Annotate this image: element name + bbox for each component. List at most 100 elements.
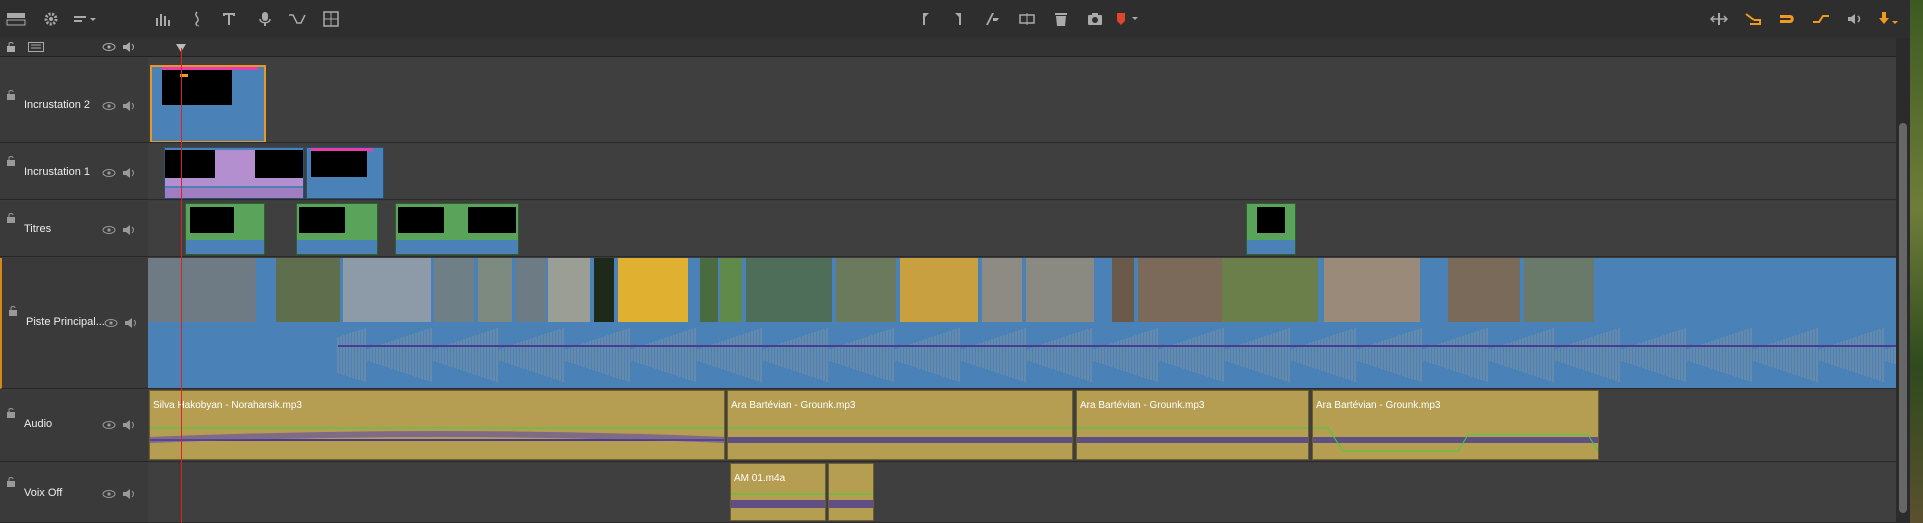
marker-icon[interactable] [1112, 9, 1144, 29]
eye-icon[interactable] [102, 225, 116, 235]
track-header[interactable]: Voix Off [0, 463, 148, 523]
eye-all-icon[interactable] [102, 43, 116, 51]
eye-icon[interactable] [102, 168, 116, 178]
video-thumbnail [276, 258, 340, 322]
storyboard-icon[interactable] [4, 9, 28, 29]
track-lane-main[interactable] [148, 258, 1896, 389]
vertical-scrollbar[interactable] [1896, 38, 1910, 523]
lock-icon[interactable] [6, 477, 16, 487]
magnet-icon[interactable] [1776, 9, 1798, 29]
video-thumbnail [900, 258, 978, 322]
eye-icon[interactable] [102, 101, 116, 111]
clip-effect-bar [162, 67, 258, 70]
snapshot-icon[interactable] [1084, 9, 1106, 29]
overlay-clip[interactable] [306, 147, 384, 199]
speaker-icon[interactable] [122, 224, 136, 236]
speaker-all-icon[interactable] [122, 41, 136, 53]
track-layout-icon[interactable] [70, 9, 100, 29]
scorekeeper-icon[interactable] [186, 9, 208, 29]
audio-clip[interactable]: Ara Bartévian - Grounk.mp3 [727, 390, 1073, 460]
track-lane-incrustation-2[interactable] [148, 57, 1896, 143]
clip-thumbnail [165, 150, 215, 178]
voiceover-clip[interactable] [828, 463, 874, 521]
eye-icon[interactable] [102, 489, 116, 499]
title-clip[interactable] [296, 203, 378, 255]
title-clip[interactable] [395, 203, 519, 255]
timeline-toolbar [0, 0, 1923, 39]
lock-icon[interactable] [8, 306, 18, 316]
clip-thumbnail [398, 207, 444, 233]
clip-overlay-band [165, 188, 303, 198]
track-lane-audio[interactable]: Silva Hakobyan - Noraharsik.mp3 Ara Bart… [148, 390, 1896, 462]
audio-clip[interactable]: Silva Hakobyan - Noraharsik.mp3 [149, 390, 725, 460]
clip-thumbnail [299, 207, 345, 233]
video-thumbnail [618, 258, 688, 322]
video-thumbnail [478, 258, 512, 322]
audio-clip[interactable]: Ara Bartévian - Grounk.mp3 [1076, 390, 1309, 460]
eye-icon[interactable] [104, 318, 118, 328]
video-thumbnail [836, 258, 896, 322]
speaker-icon[interactable] [122, 167, 136, 179]
lock-icon[interactable] [6, 156, 16, 166]
overlay-clip[interactable] [164, 147, 304, 199]
clip-thumbnail [255, 150, 303, 178]
speaker-icon[interactable] [122, 100, 136, 112]
title-clip[interactable] [1246, 203, 1296, 255]
audio-clip-name: Ara Bartévian - Grounk.mp3 [731, 400, 856, 411]
speaker-icon[interactable] [122, 488, 136, 500]
lock-icon[interactable] [6, 90, 16, 100]
overlay-clip-selected[interactable] [150, 65, 266, 142]
scrollbar-thumb[interactable] [1899, 123, 1907, 513]
voiceover-mic-icon[interactable] [254, 9, 276, 29]
multicam-icon[interactable] [320, 9, 342, 29]
eye-icon[interactable] [102, 420, 116, 430]
split-icon[interactable] [1016, 9, 1038, 29]
track-list-icon[interactable] [28, 42, 44, 52]
mark-in-icon[interactable] [915, 9, 937, 29]
title-clip[interactable] [185, 203, 265, 255]
video-thumbnail [1524, 258, 1594, 322]
title-icon[interactable] [218, 9, 240, 29]
track-name: Titres [24, 223, 52, 235]
insert-mode-icon[interactable] [1742, 9, 1764, 29]
voiceover-clip[interactable]: AM 01.m4a [730, 463, 826, 521]
audio-mixer-icon[interactable] [152, 9, 174, 29]
razor-icon[interactable] [981, 9, 1003, 29]
video-thumbnail [548, 258, 590, 322]
playhead-line[interactable] [181, 48, 182, 523]
delete-icon[interactable] [1050, 9, 1072, 29]
track-header[interactable]: Incrustation 1 [0, 144, 148, 200]
desktop-background-strip [1910, 0, 1923, 523]
audio-waveform [829, 493, 873, 508]
track-lane-titres[interactable] [148, 201, 1896, 257]
lock-icon[interactable] [6, 408, 16, 418]
waveform-path [337, 328, 1896, 382]
ripple-icon[interactable] [1708, 9, 1730, 29]
audio-waveform [1077, 427, 1308, 443]
settings-gear-icon[interactable] [40, 9, 62, 29]
speaker-icon[interactable] [124, 317, 138, 329]
audio-ducking-icon[interactable] [286, 9, 308, 29]
track-header[interactable]: Titres [0, 201, 148, 257]
download-icon[interactable] [1876, 9, 1900, 29]
clip-thumbnail [1257, 207, 1285, 233]
clip-thumbnail [190, 207, 234, 233]
video-thumbnail [982, 258, 1022, 322]
track-lane-incrustation-1[interactable] [148, 144, 1896, 200]
speaker-icon[interactable] [122, 419, 136, 431]
track-header[interactable]: Audio [0, 390, 148, 462]
audio-clip[interactable]: Ara Bartévian - Grounk.mp3 [1312, 390, 1599, 460]
lock-all-icon[interactable] [6, 42, 16, 52]
mark-out-icon[interactable] [947, 9, 969, 29]
audio-waveform [1313, 427, 1598, 452]
track-header[interactable]: Incrustation 2 [0, 57, 148, 143]
video-thumbnail [720, 258, 742, 322]
video-thumbnail [516, 258, 546, 322]
track-lane-voix-off[interactable]: AM 01.m4a [148, 463, 1896, 523]
video-thumbnail [148, 258, 256, 322]
lock-icon[interactable] [6, 213, 16, 223]
audio-scrub-icon[interactable] [1844, 9, 1866, 29]
track-header-selected[interactable]: Piste Principal... [0, 258, 148, 389]
dynamic-length-icon[interactable] [1810, 9, 1832, 29]
video-thumbnail [1026, 258, 1094, 322]
